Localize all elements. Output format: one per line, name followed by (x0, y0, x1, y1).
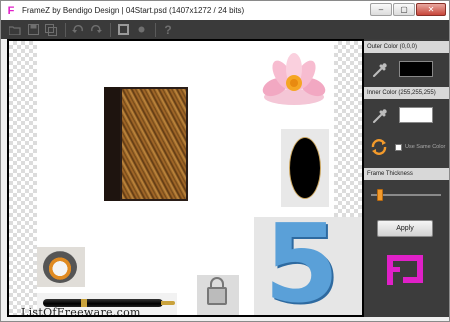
redo-icon[interactable] (88, 22, 104, 38)
pen-nib (161, 301, 175, 305)
close-button[interactable]: ✕ (416, 3, 446, 16)
framez-logo (387, 255, 423, 285)
oval-frame-image (281, 129, 329, 207)
inner-eyedropper-icon[interactable] (372, 108, 388, 124)
image-canvas[interactable]: 5 ListOfFreeware.com (9, 41, 362, 315)
settings-icon[interactable] (133, 22, 149, 38)
inner-color-label: Inner Color (255,255,255) (364, 87, 449, 99)
watermark-text: ListOfFreeware.com (21, 306, 141, 315)
transparency-strip-left (9, 41, 37, 315)
app-window: F FrameZ by Bendigo Design | 04Start.psd… (0, 0, 450, 322)
save-icon[interactable] (25, 22, 41, 38)
padlock-image (207, 287, 227, 305)
undo-icon[interactable] (70, 22, 86, 38)
title-bar[interactable]: F FrameZ by Bendigo Design | 04Start.psd… (1, 1, 449, 20)
frame-thickness-label: Frame Thickness (364, 168, 449, 180)
book-image (104, 87, 188, 201)
toolbar-separator (155, 22, 156, 37)
use-same-color-checkbox[interactable] (395, 144, 402, 151)
window-controls: – ▢ ✕ (370, 3, 446, 16)
swap-colors-icon[interactable] (369, 137, 389, 157)
number-five-image: 5 (264, 202, 340, 316)
app-logo-icon: F (7, 4, 15, 17)
toolbar: ? (1, 20, 449, 39)
canvas-frame: 5 ListOfFreeware.com (7, 39, 364, 317)
outer-color-label: Outer Color (0,0,0) (364, 41, 449, 53)
save-all-icon[interactable] (43, 22, 59, 38)
help-icon[interactable]: ? (160, 22, 176, 38)
frame-icon[interactable] (115, 22, 131, 38)
window-title: FrameZ by Bendigo Design | 04Start.psd (… (22, 6, 245, 15)
apply-button[interactable]: Apply (377, 220, 433, 237)
frame-thickness-slider-thumb[interactable] (376, 189, 383, 201)
toolbar-separator (110, 22, 111, 37)
minimize-button[interactable]: – (370, 3, 392, 16)
toolbar-separator (65, 22, 66, 37)
outer-eyedropper-icon[interactable] (372, 62, 388, 78)
outer-color-swatch[interactable] (399, 61, 433, 77)
use-same-color-label: Use Same Color (405, 144, 446, 150)
lotus-flower-image (262, 53, 326, 105)
maximize-button[interactable]: ▢ (393, 3, 415, 16)
settings-panel: Outer Color (0,0,0) Inner Color (255,255… (364, 39, 449, 317)
inner-color-swatch[interactable] (399, 107, 433, 123)
watch-image (37, 247, 85, 287)
open-icon[interactable] (7, 22, 23, 38)
